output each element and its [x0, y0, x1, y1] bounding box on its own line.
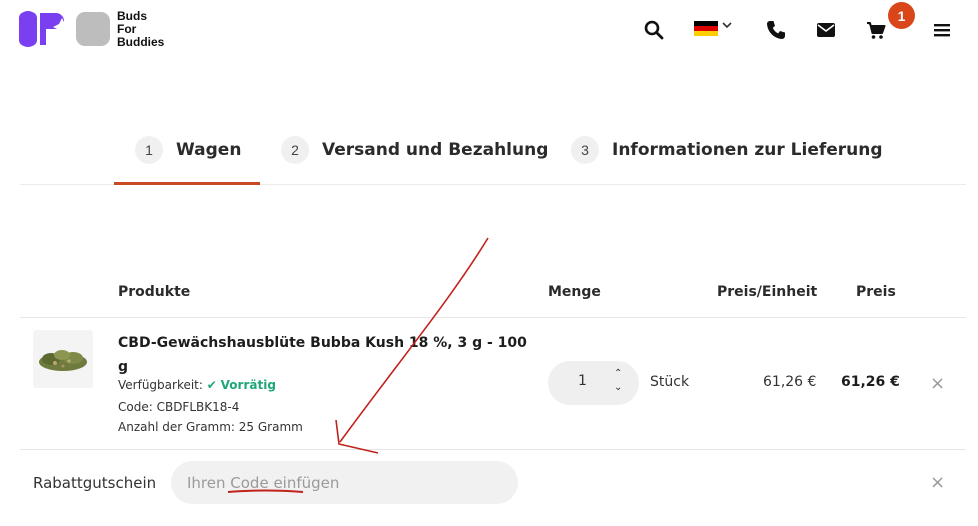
chevron-down-icon[interactable]: ⌄ — [614, 381, 622, 395]
step-number: 3 — [571, 136, 599, 164]
annotation-overlay — [227, 237, 489, 493]
product-grams: Anzahl der Gramm: 25 Gramm — [118, 420, 303, 434]
quantity-unit: Stück — [650, 374, 690, 390]
step-label: Versand und Bezahlung — [322, 140, 549, 160]
clear-coupon-close-icon[interactable]: × — [930, 472, 945, 493]
search-icon[interactable] — [642, 18, 666, 42]
row-divider — [20, 449, 966, 450]
phone-icon[interactable] — [764, 18, 788, 42]
quantity-value[interactable]: 1 — [578, 373, 587, 389]
check-icon: ✔ — [206, 378, 217, 392]
unit-price: 61,26 € — [763, 374, 817, 390]
table-header-divider — [20, 317, 966, 318]
tab-shipping-payment[interactable]: 2 Versand und Bezahlung — [281, 135, 548, 165]
quantity-arrows[interactable]: ⌃ ⌄ — [614, 367, 622, 395]
brand-name[interactable]: Buds For Buddies — [117, 10, 164, 49]
chevron-up-icon[interactable]: ⌃ — [614, 367, 622, 381]
product-code: Code: CBDFLBK18-4 — [118, 400, 240, 414]
product-name[interactable]: CBD-Gewächshausblüte Bubba Kush 18 %, 3 … — [118, 331, 528, 379]
logo[interactable] — [18, 10, 113, 48]
tab-delivery-info[interactable]: 3 Informationen zur Lieferung — [571, 135, 883, 165]
step-label: Informationen zur Lieferung — [612, 140, 883, 160]
header-quantity: Menge — [548, 284, 601, 300]
brand-line: Buddies — [117, 35, 165, 49]
coupon-label: Rabattgutschein — [33, 474, 157, 492]
cart-icon[interactable] — [864, 18, 888, 42]
mail-icon[interactable] — [814, 18, 838, 42]
availability-value: Vorrätig — [220, 378, 276, 392]
step-number: 2 — [281, 136, 309, 164]
active-step-indicator — [114, 182, 260, 185]
header-products: Produkte — [118, 284, 191, 300]
product-image[interactable] — [33, 330, 93, 388]
step-label: Wagen — [176, 140, 242, 160]
flag-germany-icon[interactable] — [694, 21, 718, 36]
step-number: 1 — [135, 136, 163, 164]
header-price: Preis — [856, 284, 896, 300]
availability: Verfügbarkeit: ✔ Vorrätig — [118, 378, 276, 392]
chevron-down-icon[interactable] — [722, 20, 732, 33]
remove-item-close-icon[interactable]: × — [930, 373, 945, 394]
total-price: 61,26 € — [841, 374, 900, 390]
availability-label: Verfügbarkeit: — [118, 378, 203, 392]
tab-cart[interactable]: 1 Wagen — [135, 135, 241, 165]
coupon-input[interactable] — [171, 461, 518, 504]
menu-icon[interactable] — [930, 18, 954, 42]
header-unit-price: Preis/Einheit — [717, 284, 818, 300]
cart-count-badge[interactable]: 1 — [888, 2, 915, 29]
quantity-stepper[interactable] — [548, 361, 639, 405]
